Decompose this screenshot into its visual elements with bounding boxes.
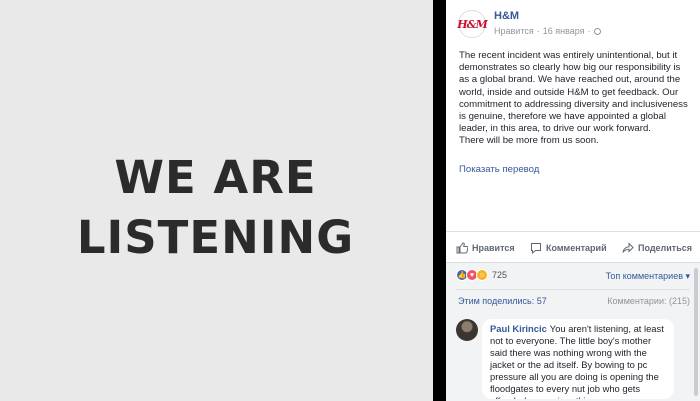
translate-link[interactable]: Показать перевод <box>459 164 539 175</box>
comment-bubble: Paul Kirincic You aren't listening, at le… <box>482 319 674 399</box>
reaction-count: 725 <box>492 270 508 280</box>
like-button-label: Нравится <box>472 243 515 253</box>
post-actions: Нравится Комментарий Поделиться <box>456 238 692 258</box>
photo-pane[interactable]: WE ARE LISTENING <box>0 0 433 401</box>
shares-link[interactable]: Этим поделились: 57 <box>458 296 547 306</box>
divider-line <box>446 231 700 232</box>
page-avatar[interactable]: H&M <box>457 10 488 38</box>
page-avatar-logo: H&M <box>457 17 487 31</box>
viewer-divider <box>433 0 446 401</box>
globe-icon <box>593 28 601 35</box>
share-icon <box>622 242 634 253</box>
post-date[interactable]: 16 января <box>543 26 585 36</box>
thumbs-up-icon <box>456 242 468 254</box>
comments-section: 👍 ♥ ☺ 725 Топ комментариев ▾ Этим подели… <box>446 263 700 401</box>
reactions-summary[interactable]: 👍 ♥ ☺ 725 <box>456 269 507 281</box>
meta-separator: · <box>536 26 540 36</box>
commenter-avatar[interactable] <box>456 319 478 341</box>
scrollbar[interactable] <box>694 268 698 396</box>
haha-reaction-icon: ☺ <box>476 269 488 281</box>
share-button-label: Поделиться <box>637 243 692 253</box>
comments-count[interactable]: Комментарии: (215) <box>607 296 690 306</box>
post-meta: Нравится · 16 января · <box>494 26 601 36</box>
photo-headline: WE ARE LISTENING <box>76 150 355 264</box>
like-button[interactable]: Нравится <box>456 242 515 254</box>
comment-icon <box>531 243 541 254</box>
page-name-link[interactable]: H&M <box>494 10 519 22</box>
comment-button-label: Комментарий <box>546 243 607 253</box>
share-button[interactable]: Поделиться <box>622 242 692 254</box>
page-like-link[interactable]: Нравится <box>494 26 534 36</box>
comment-author-link[interactable]: Paul Kirincic <box>490 323 547 334</box>
comment-text: You aren't listening, at least not to ev… <box>490 323 664 399</box>
top-comments-dropdown[interactable]: Топ комментариев ▾ <box>606 271 690 282</box>
post-sidebar: H&M H&M Нравится · 16 января · The recent i… <box>446 0 700 401</box>
meta-separator: · <box>587 26 591 36</box>
divider-line <box>456 289 690 290</box>
post-text: The recent incident was entirely uninten… <box>459 50 688 147</box>
post-header: H&M H&M Нравится · 16 января · <box>457 8 694 40</box>
comment-button[interactable]: Комментарий <box>530 242 607 254</box>
